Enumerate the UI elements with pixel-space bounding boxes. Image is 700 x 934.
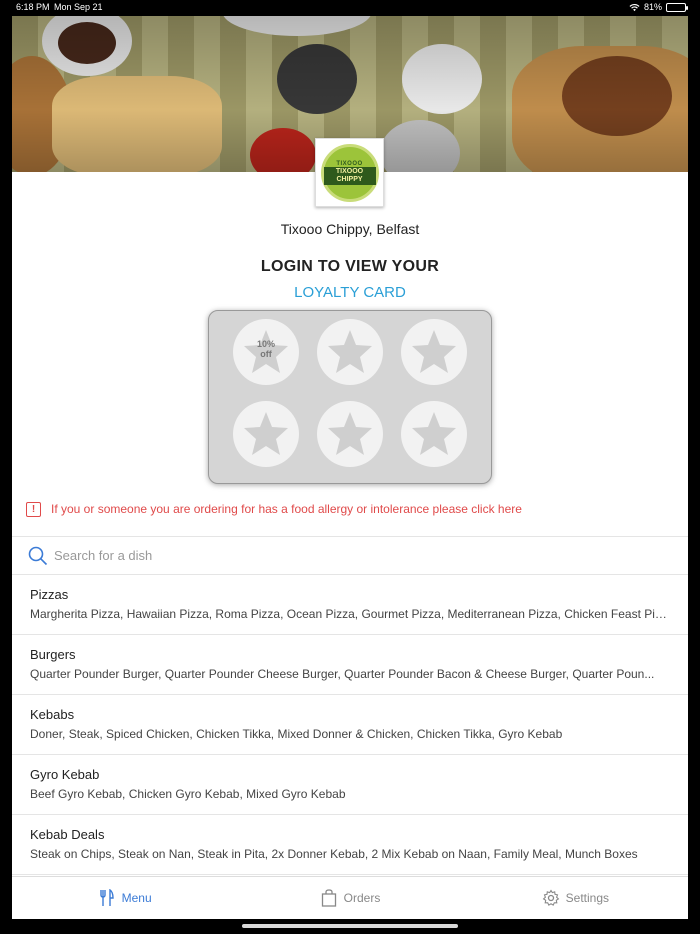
bottom-tab-bar: Menu Orders Settings xyxy=(12,876,688,919)
alert-icon: ! xyxy=(26,501,41,517)
reward-off: off xyxy=(260,349,272,359)
allergy-notice-text: If you or someone you are ordering for h… xyxy=(51,502,522,516)
category-title: Kebabs xyxy=(30,707,75,722)
battery-percent: 81% xyxy=(643,2,662,12)
tab-menu-label: Menu xyxy=(121,891,152,905)
star-icon xyxy=(328,330,372,373)
category-burgers[interactable]: Burgers Quarter Pounder Burger, Quarter … xyxy=(12,635,688,695)
restaurant-logo: TIXOOO TIXOOO CHIPPY xyxy=(315,138,384,207)
category-items: Doner, Steak, Spiced Chicken, Chicken Ti… xyxy=(30,727,563,741)
category-kebab-deals[interactable]: Kebab Deals Steak on Chips, Steak on Nan… xyxy=(12,815,688,875)
search-icon xyxy=(28,546,48,565)
tab-settings[interactable]: Settings xyxy=(463,877,688,919)
loyalty-stamp xyxy=(317,401,383,467)
loyalty-login-title[interactable]: LOGIN TO VIEW YOUR xyxy=(12,258,688,276)
star-icon xyxy=(328,412,372,455)
category-items: Steak on Chips, Steak on Nan, Steak in P… xyxy=(30,847,638,861)
category-items: Beef Gyro Kebab, Chicken Gyro Kebab, Mix… xyxy=(30,787,346,801)
status-date: Mon Sep 21 xyxy=(54,2,103,12)
status-time: 6:18 PM xyxy=(16,2,50,12)
star-icon xyxy=(412,330,456,373)
cutlery-icon xyxy=(99,889,114,906)
home-indicator[interactable] xyxy=(242,924,458,928)
loyalty-stamp xyxy=(317,319,383,385)
loyalty-stamp xyxy=(401,319,467,385)
reward-percent: 10% xyxy=(256,339,275,349)
wifi-icon xyxy=(629,3,640,11)
menu-category-list: Pizzas Margherita Pizza, Hawaiian Pizza,… xyxy=(12,575,688,875)
tab-orders[interactable]: Orders xyxy=(237,877,462,919)
category-title: Gyro Kebab xyxy=(30,767,100,782)
category-items: Margherita Pizza, Hawaiian Pizza, Roma P… xyxy=(30,607,670,621)
reward-label: 10% off xyxy=(233,339,299,359)
category-title: Pizzas xyxy=(30,587,69,602)
category-pizzas[interactable]: Pizzas Margherita Pizza, Hawaiian Pizza,… xyxy=(12,575,688,635)
loyalty-stamp xyxy=(401,401,467,467)
status-bar: 6:18 PM Mon Sep 21 81% xyxy=(0,0,700,16)
loyalty-stamp-reward: 10% off xyxy=(233,319,299,385)
loyalty-stamp xyxy=(233,401,299,467)
logo-badge: TIXOOO TIXOOO CHIPPY xyxy=(320,143,379,202)
dish-search-input[interactable] xyxy=(54,548,654,563)
store-name: Tixooo Chippy, Belfast xyxy=(280,221,420,237)
gear-icon xyxy=(542,889,559,906)
star-icon xyxy=(244,412,288,455)
category-title: Burgers xyxy=(30,647,76,662)
loyalty-card-link[interactable]: LOYALTY CARD xyxy=(12,284,688,301)
tab-orders-label: Orders xyxy=(343,891,381,905)
battery-icon xyxy=(666,2,688,12)
tab-menu[interactable]: Menu xyxy=(12,877,237,919)
shopping-bag-icon xyxy=(321,889,336,907)
dish-search-bar[interactable] xyxy=(12,536,688,575)
loyalty-card[interactable]: 10% off xyxy=(208,310,492,484)
category-title: Kebab Deals xyxy=(30,827,105,842)
category-kebabs[interactable]: Kebabs Doner, Steak, Spiced Chicken, Chi… xyxy=(12,695,688,755)
logo-main-text: TIXOOO CHIPPY xyxy=(323,166,376,185)
app-screen: TIXOOO TIXOOO CHIPPY Tixooo Chippy, Belf… xyxy=(12,16,688,919)
status-right: 81% xyxy=(629,2,688,12)
category-items: Quarter Pounder Burger, Quarter Pounder … xyxy=(30,667,655,681)
allergy-notice-link[interactable]: ! If you or someone you are ordering for… xyxy=(26,500,676,518)
category-gyro-kebab[interactable]: Gyro Kebab Beef Gyro Kebab, Chicken Gyro… xyxy=(12,755,688,815)
star-icon xyxy=(412,412,456,455)
tab-settings-label: Settings xyxy=(565,891,609,905)
